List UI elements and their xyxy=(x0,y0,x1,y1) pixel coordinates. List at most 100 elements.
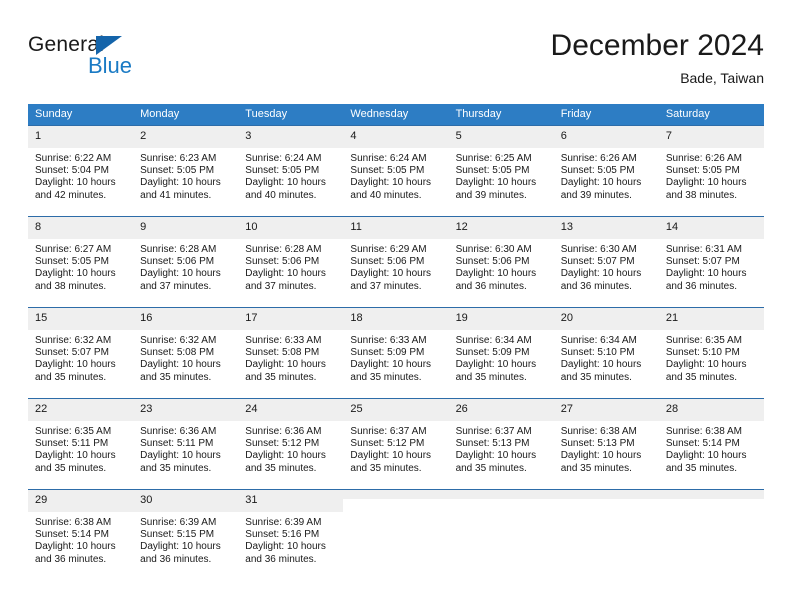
day-number: 16 xyxy=(133,308,239,330)
day-sun-info: Sunrise: 6:30 AM Sunset: 5:07 PM Daylight:… xyxy=(554,239,659,293)
calendar-day-cell[interactable]: 29 Sunrise: 6:38 AM Sunset: 5:14 PM Dayligh… xyxy=(28,489,134,580)
day-number: 30 xyxy=(133,490,239,512)
calendar-day: 10 Sunrise: 6:28 AM Sunset: 5:06 PM Dayligh… xyxy=(238,217,344,307)
weekday-header-thursday: Thursday xyxy=(448,104,554,126)
sunrise-text: Sunrise: 6:30 AM xyxy=(560,244,637,255)
calendar-day: 7 Sunrise: 6:26 AM Sunset: 5:05 PM Daylight… xyxy=(658,126,764,216)
calendar-day-cell[interactable] xyxy=(658,489,764,580)
logo-text-blue: Blue xyxy=(88,53,133,78)
weekday-header-tuesday: Tuesday xyxy=(238,104,344,126)
sunrise-text: Sunrise: 6:28 AM xyxy=(245,244,322,255)
sunset-text: Sunset: 5:07 PM xyxy=(560,256,635,268)
weekday-header-monday: Monday xyxy=(133,104,239,126)
calendar-day-cell[interactable]: 25 Sunrise: 6:37 AM Sunset: 5:12 PM Dayligh… xyxy=(343,398,449,490)
calendar-day-cell[interactable]: 17 Sunrise: 6:33 AM Sunset: 5:08 PM Dayligh… xyxy=(238,307,344,399)
day-sun-info: Sunrise: 6:29 AM Sunset: 5:06 PM Daylight:… xyxy=(343,239,448,293)
sunrise-text: Sunrise: 6:34 AM xyxy=(560,335,637,346)
general-blue-logo[interactable]: General Blue xyxy=(28,33,248,89)
calendar-day: 13 Sunrise: 6:30 AM Sunset: 5:07 PM Dayligh… xyxy=(553,217,659,307)
day-number: 8 xyxy=(28,217,134,239)
daylight-text: Daylight: 10 hours and 36 minutes. xyxy=(560,268,642,292)
day-number: 24 xyxy=(238,399,344,421)
calendar-day-cell[interactable] xyxy=(553,489,659,580)
calendar-day-cell[interactable] xyxy=(448,489,554,580)
calendar-day-cell[interactable]: 12 Sunrise: 6:30 AM Sunset: 5:06 PM Dayligh… xyxy=(448,216,554,308)
day-sun-info: Sunrise: 6:36 AM Sunset: 5:11 PM Daylight:… xyxy=(133,421,238,475)
calendar-day-cell[interactable]: 24 Sunrise: 6:36 AM Sunset: 5:12 PM Dayligh… xyxy=(238,398,344,490)
sunset-text: Sunset: 5:05 PM xyxy=(455,165,530,177)
daylight-text: Daylight: 10 hours and 35 minutes. xyxy=(245,359,326,383)
calendar-day-cell[interactable]: 11 Sunrise: 6:29 AM Sunset: 5:06 PM Dayligh… xyxy=(343,216,449,308)
sunrise-text: Sunrise: 6:25 AM xyxy=(455,153,532,164)
sunrise-text: Sunrise: 6:24 AM xyxy=(245,153,322,164)
day-number: 12 xyxy=(448,217,554,239)
day-sun-info: Sunrise: 6:25 AM Sunset: 5:05 PM Daylight:… xyxy=(449,148,554,202)
sunset-text: Sunset: 5:14 PM xyxy=(35,529,109,541)
calendar-day-cell[interactable]: 8 Sunrise: 6:27 AM Sunset: 5:05 PM Daylight… xyxy=(28,216,134,308)
calendar-day-cell[interactable]: 22 Sunrise: 6:35 AM Sunset: 5:11 PM Dayligh… xyxy=(28,398,134,490)
calendar-day-cell[interactable]: 3 Sunrise: 6:24 AM Sunset: 5:05 PM Daylight… xyxy=(238,125,344,217)
calendar-day-cell[interactable]: 23 Sunrise: 6:36 AM Sunset: 5:11 PM Dayligh… xyxy=(133,398,239,490)
calendar-day-empty xyxy=(343,490,449,580)
calendar-day-cell[interactable]: 31 Sunrise: 6:39 AM Sunset: 5:16 PM Dayligh… xyxy=(238,489,344,580)
day-number: 27 xyxy=(553,399,659,421)
sunrise-text: Sunrise: 6:37 AM xyxy=(350,426,427,437)
calendar-day: 29 Sunrise: 6:38 AM Sunset: 5:14 PM Dayligh… xyxy=(28,490,134,580)
daylight-text: Daylight: 10 hours and 35 minutes. xyxy=(665,450,747,474)
sunrise-text: Sunrise: 6:36 AM xyxy=(245,426,322,437)
calendar-day-cell[interactable]: 16 Sunrise: 6:32 AM Sunset: 5:08 PM Dayligh… xyxy=(133,307,239,399)
calendar-day-cell[interactable]: 19 Sunrise: 6:34 AM Sunset: 5:09 PM Dayligh… xyxy=(448,307,554,399)
calendar-day-cell[interactable]: 30 Sunrise: 6:39 AM Sunset: 5:15 PM Dayligh… xyxy=(133,489,239,580)
calendar-day-empty xyxy=(553,490,659,580)
calendar-day: 9 Sunrise: 6:28 AM Sunset: 5:06 PM Daylight… xyxy=(133,217,239,307)
sunrise-text: Sunrise: 6:27 AM xyxy=(35,244,112,255)
calendar-day-cell[interactable]: 15 Sunrise: 6:32 AM Sunset: 5:07 PM Dayligh… xyxy=(28,307,134,399)
sunset-text: Sunset: 5:10 PM xyxy=(560,347,635,359)
day-number xyxy=(343,490,449,499)
sunrise-text: Sunrise: 6:35 AM xyxy=(665,335,742,346)
sunset-text: Sunset: 5:13 PM xyxy=(560,438,635,450)
calendar-day-cell[interactable]: 20 Sunrise: 6:34 AM Sunset: 5:10 PM Dayligh… xyxy=(553,307,659,399)
calendar-day-cell[interactable]: 6 Sunrise: 6:26 AM Sunset: 5:05 PM Daylight… xyxy=(553,125,659,217)
day-number: 18 xyxy=(343,308,449,330)
sunset-text: Sunset: 5:05 PM xyxy=(140,165,215,177)
calendar-day-cell[interactable]: 18 Sunrise: 6:33 AM Sunset: 5:09 PM Dayligh… xyxy=(343,307,449,399)
calendar-day-cell[interactable]: 13 Sunrise: 6:30 AM Sunset: 5:07 PM Dayligh… xyxy=(553,216,659,308)
sunset-text: Sunset: 5:06 PM xyxy=(245,256,320,268)
calendar-day: 17 Sunrise: 6:33 AM Sunset: 5:08 PM Dayligh… xyxy=(238,308,344,398)
calendar-day-cell[interactable]: 14 Sunrise: 6:31 AM Sunset: 5:07 PM Dayligh… xyxy=(658,216,764,308)
calendar-day-cell[interactable]: 5 Sunrise: 6:25 AM Sunset: 5:05 PM Daylight… xyxy=(448,125,554,217)
sunset-text: Sunset: 5:08 PM xyxy=(245,347,320,359)
calendar-day: 22 Sunrise: 6:35 AM Sunset: 5:11 PM Dayligh… xyxy=(28,399,134,489)
sunset-text: Sunset: 5:05 PM xyxy=(245,165,320,177)
calendar-day-cell[interactable]: 21 Sunrise: 6:35 AM Sunset: 5:10 PM Dayligh… xyxy=(658,307,764,399)
calendar-day-cell[interactable]: 1 Sunrise: 6:22 AM Sunset: 5:04 PM Daylight… xyxy=(28,125,134,217)
day-sun-info: Sunrise: 6:39 AM Sunset: 5:15 PM Daylight:… xyxy=(133,512,238,566)
weekday-header-friday: Friday xyxy=(553,104,659,126)
calendar-day: 14 Sunrise: 6:31 AM Sunset: 5:07 PM Dayligh… xyxy=(658,217,764,307)
sunrise-text: Sunrise: 6:38 AM xyxy=(35,517,112,528)
calendar-day-cell[interactable]: 2 Sunrise: 6:23 AM Sunset: 5:05 PM Daylight… xyxy=(133,125,239,217)
calendar-day-cell[interactable]: 9 Sunrise: 6:28 AM Sunset: 5:06 PM Daylight… xyxy=(133,216,239,308)
calendar-day-cell[interactable]: 10 Sunrise: 6:28 AM Sunset: 5:06 PM Dayligh… xyxy=(238,216,344,308)
day-number: 7 xyxy=(658,126,764,148)
day-sun-info: Sunrise: 6:37 AM Sunset: 5:12 PM Daylight:… xyxy=(343,421,448,475)
daylight-text: Daylight: 10 hours and 37 minutes. xyxy=(245,268,326,292)
calendar-day-cell[interactable]: 26 Sunrise: 6:37 AM Sunset: 5:13 PM Dayligh… xyxy=(448,398,554,490)
calendar-day-cell[interactable]: 4 Sunrise: 6:24 AM Sunset: 5:05 PM Daylight… xyxy=(343,125,449,217)
calendar-week-row: 1 Sunrise: 6:22 AM Sunset: 5:04 PM Daylight… xyxy=(28,125,764,217)
sunset-text: Sunset: 5:05 PM xyxy=(665,165,740,177)
calendar-day-cell[interactable]: 7 Sunrise: 6:26 AM Sunset: 5:05 PM Daylight… xyxy=(658,125,764,217)
day-number: 23 xyxy=(133,399,239,421)
calendar-day-cell[interactable] xyxy=(343,489,449,580)
daylight-text: Daylight: 10 hours and 35 minutes. xyxy=(140,450,221,474)
daylight-text: Daylight: 10 hours and 40 minutes. xyxy=(245,177,326,201)
calendar-day-cell[interactable]: 28 Sunrise: 6:38 AM Sunset: 5:14 PM Dayligh… xyxy=(658,398,764,490)
calendar-day: 19 Sunrise: 6:34 AM Sunset: 5:09 PM Dayligh… xyxy=(448,308,554,398)
day-sun-info: Sunrise: 6:31 AM Sunset: 5:07 PM Daylight:… xyxy=(659,239,764,293)
sunrise-text: Sunrise: 6:22 AM xyxy=(35,153,112,164)
calendar-day-cell[interactable]: 27 Sunrise: 6:38 AM Sunset: 5:13 PM Dayligh… xyxy=(553,398,659,490)
day-sun-info: Sunrise: 6:32 AM Sunset: 5:07 PM Daylight:… xyxy=(28,330,133,384)
sunset-text: Sunset: 5:07 PM xyxy=(35,347,109,359)
day-number: 6 xyxy=(553,126,659,148)
